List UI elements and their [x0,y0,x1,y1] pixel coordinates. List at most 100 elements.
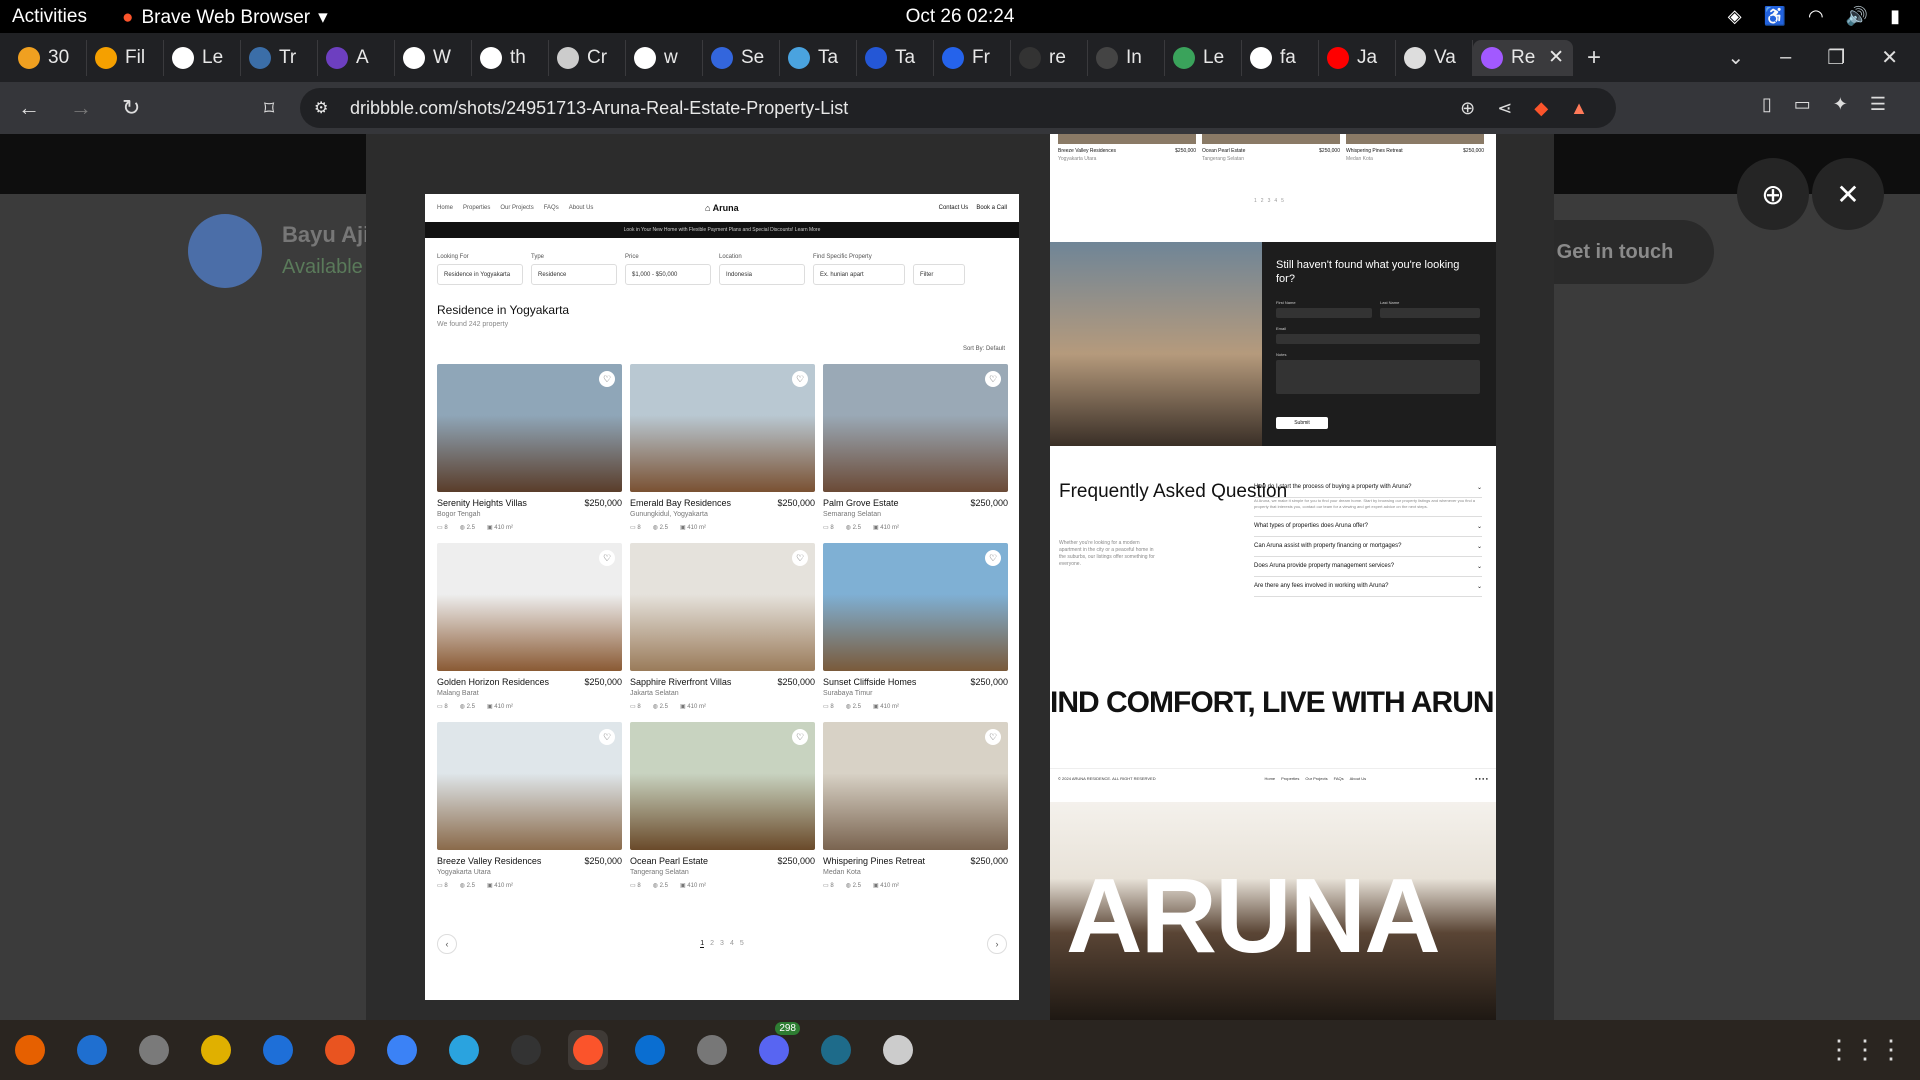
back-icon[interactable]: ← [18,95,40,121]
browser-tab[interactable]: fa [1242,39,1319,76]
brave-app-icon[interactable] [568,1030,608,1070]
search-icon [883,1035,913,1065]
leo-icon[interactable]: ✦ [1833,94,1848,115]
bath-count: ◍ 2.5 [459,704,475,710]
menu-icon[interactable]: ☰ [1870,94,1886,115]
browser-tab[interactable]: A [318,39,395,76]
vscode-app-icon[interactable] [630,1030,670,1070]
shot-nav-link: About Us [568,205,594,211]
property-location: Semarang Selatan [823,511,881,518]
close-icon[interactable]: ✕ [1812,158,1884,230]
browser-tab[interactable]: Va [1396,39,1473,76]
browser-tab[interactable]: Ta [857,39,934,76]
help-app-icon[interactable] [382,1030,422,1070]
browser-tab[interactable]: Le [1165,39,1242,76]
settings-app-icon[interactable] [692,1030,732,1070]
minimize-icon[interactable]: – [1780,46,1791,69]
property-card: ♡ Breeze Valley Residences $250,000 Yogyaka… [437,722,622,889]
sidebar-icon[interactable]: ▯ [1762,94,1772,115]
forward-icon[interactable]: → [70,95,92,121]
site-info-icon[interactable]: ⚙ [314,98,328,118]
property-name: Breeze Valley Residences [1058,148,1116,154]
tab-favicon-icon [1250,46,1272,69]
property-grid: ♡ Serenity Heights Villas $250,000 Bogor Te… [437,364,1008,889]
browser-tab[interactable]: w [626,39,703,76]
property-location: Yogyakarta Utara [437,869,491,876]
footer-link: Home [1264,776,1276,781]
search-app-icon[interactable] [878,1030,918,1070]
url-text[interactable]: dribbble.com/shots/24951713-Aruna-Real-E… [350,98,848,119]
discord-app-icon[interactable]: 298 [754,1022,800,1070]
browser-tab[interactable]: In [1088,39,1165,76]
bath-icon: ◍ [845,704,853,710]
browser-tab[interactable]: th [472,39,549,76]
address-bar[interactable]: ⚙ dribbble.com/shots/24951713-Aruna-Real… [300,88,1616,128]
accessibility-icon[interactable]: ♿ [1764,6,1786,27]
volume-icon[interactable]: 🔊 [1846,6,1868,27]
filter-label: Type [531,254,545,260]
promo-banner: Look in Your New Home with Flexible Paym… [425,222,1019,238]
browser-tab[interactable]: Tr [241,39,318,76]
browser-tab[interactable]: re [1011,39,1088,76]
browser-toolbar: ← → ↻ ⌑ ⚙ dribbble.com/shots/24951713-Ar… [0,82,1920,134]
tab-favicon-icon [1327,46,1349,69]
close-tab-icon[interactable]: ✕ [1548,46,1564,69]
tab-search-icon[interactable]: ⌄ [1727,45,1744,70]
browser-tab[interactable]: Se [703,39,780,76]
tab-title: Va [1434,46,1456,68]
close-window-icon[interactable]: ✕ [1881,45,1898,70]
rhythmbox-app-icon[interactable] [196,1030,236,1070]
browser-tab[interactable]: Ta [780,39,857,76]
app-grid-icon[interactable]: ⋮⋮⋮ [1826,1034,1904,1065]
faq-question: Does Aruna provide property management s… [1254,557,1482,577]
browser-tab[interactable]: Fil [87,39,164,76]
terminal-app-icon[interactable] [506,1030,546,1070]
app-menu[interactable]: ● Brave Web Browser ▾ [122,6,328,29]
system-tray[interactable]: ◈ ♿ ◠ 🔊 ▮ [1728,6,1900,27]
zoom-icon[interactable]: ⊕ [1460,98,1475,119]
share-icon[interactable]: ⋖ [1497,98,1512,119]
taskbar-dock: 298 ⋮⋮⋮ [0,1020,1920,1080]
bookmark-icon[interactable]: ⌑ [264,96,274,121]
area-size: ▣ 410 m² [872,704,899,710]
thunderbird-app-icon[interactable] [72,1030,112,1070]
browser-tab[interactable]: Cr [549,39,626,76]
browser-tab[interactable]: Re ✕ [1473,39,1573,76]
new-tab-button[interactable]: + [1587,44,1601,72]
writer-app-icon[interactable] [258,1030,298,1070]
reload-icon[interactable]: ↻ [122,95,140,121]
battery-icon[interactable]: ▮ [1890,6,1900,27]
chevron-down-icon: ⌄ [1476,524,1482,530]
browser-tab[interactable]: Fr [934,39,1011,76]
contact-section: Still haven't found what you're looking … [1050,242,1496,446]
brave-shields-icon[interactable]: ◆ [1534,98,1548,119]
discord-tray-icon[interactable]: ◈ [1728,6,1742,27]
brave-rewards-icon[interactable]: ▲ [1570,98,1588,119]
filter-label: Price [625,254,639,260]
maximize-icon[interactable]: ❐ [1827,45,1845,70]
firefox-app-icon[interactable] [10,1030,50,1070]
first-name-field [1276,308,1372,318]
browser-tab[interactable]: Ja [1319,39,1396,76]
chevron-down-icon: ▾ [318,7,328,28]
property-photo: ♡ [437,364,622,492]
sublime-app-icon[interactable] [816,1030,856,1070]
activities-button[interactable]: Activities [12,6,87,28]
brave-icon [573,1035,603,1065]
software-app-icon[interactable] [320,1030,360,1070]
browser-tab[interactable]: 30 [10,39,87,76]
wifi-icon[interactable]: ◠ [1808,6,1824,27]
favorite-heart-icon: ♡ [792,550,808,566]
faq-description: Whether you're looking for a modern apar… [1059,540,1155,567]
browser-tab[interactable]: W [395,39,472,76]
browser-tab[interactable]: Le [164,39,241,76]
tab-favicon-icon [326,46,348,69]
files-app-icon[interactable] [134,1030,174,1070]
chevron-down-icon: ⌄ [1476,584,1482,590]
faq-question: Are there any fees involved in working w… [1254,577,1482,597]
wallet-icon[interactable]: ▭ [1794,94,1811,115]
pagination: ‹ 12345 › [437,934,1007,954]
telegram-app-icon[interactable] [444,1030,484,1070]
bath-icon: ◍ [652,883,660,889]
zoom-in-icon[interactable]: ⊕ [1737,158,1809,230]
